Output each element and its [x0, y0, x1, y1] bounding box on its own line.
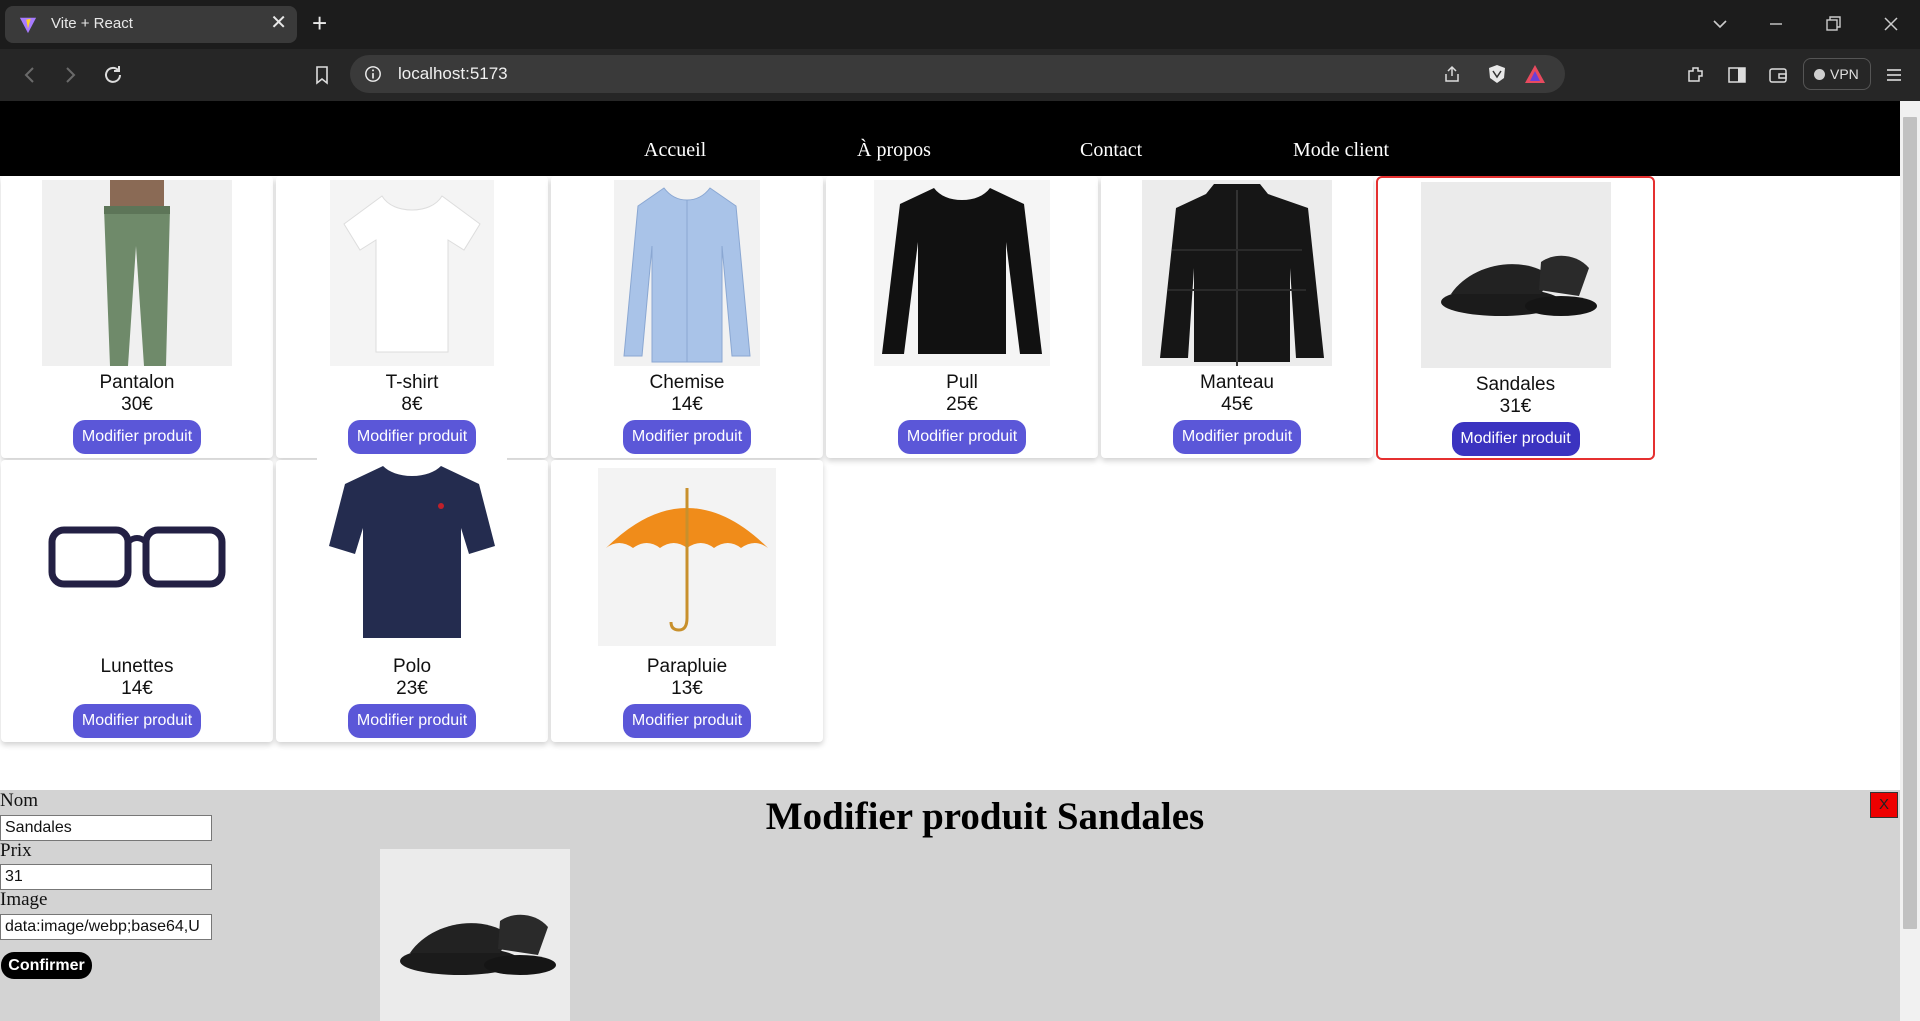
nav-link-contact[interactable]: Contact	[1080, 139, 1142, 162]
back-icon[interactable]	[18, 63, 42, 87]
product-card: Polo 23€ Modifier produit	[276, 456, 548, 742]
edit-product-button[interactable]: Modifier produit	[73, 420, 201, 454]
tab-title: Vite + React	[51, 15, 133, 32]
page-viewport: Accueil À propos Contact Mode client Pan…	[0, 101, 1900, 1021]
nav-link-mode-client[interactable]: Mode client	[1293, 139, 1389, 162]
umbrella-image	[598, 468, 776, 646]
product-card: Manteau 45€ Modifier produit	[1101, 176, 1373, 458]
product-card: Pull 25€ Modifier produit	[826, 176, 1098, 458]
url-text[interactable]: localhost:5173	[398, 64, 508, 84]
product-price: 23€	[396, 678, 428, 699]
edit-product-button[interactable]: Modifier produit	[1451, 422, 1580, 456]
vpn-label: VPN	[1830, 66, 1859, 82]
product-name: T-shirt	[385, 372, 439, 393]
scrollbar-thumb[interactable]	[1903, 117, 1917, 929]
wallet-icon[interactable]	[1766, 63, 1790, 87]
edit-product-button[interactable]: Modifier produit	[1173, 420, 1301, 454]
sandals-image	[1420, 182, 1611, 368]
tab-close-icon[interactable]: ✕	[270, 13, 287, 33]
product-price: 45€	[1221, 394, 1253, 415]
edit-product-button[interactable]: Modifier produit	[623, 420, 751, 454]
product-card: Lunettes 14€ Modifier produit	[1, 460, 273, 742]
product-card: Chemise 14€ Modifier produit	[551, 176, 823, 458]
image-input[interactable]	[0, 914, 212, 940]
edit-panel-title: Modifier produit Sandales	[765, 795, 1205, 838]
trousers-image	[42, 180, 232, 366]
site-info-icon[interactable]	[364, 65, 382, 83]
glasses-image	[42, 464, 232, 650]
brave-rewards-icon[interactable]	[1524, 64, 1546, 84]
product-card-selected: Sandales 31€ Modifier produit	[1376, 176, 1655, 460]
vpn-status-icon	[1814, 69, 1825, 80]
product-card: Parapluie 13€ Modifier produit	[551, 460, 823, 742]
tshirt-image	[330, 180, 494, 366]
image-label: Image	[0, 889, 48, 910]
product-name: Parapluie	[646, 656, 728, 677]
shirt-image	[614, 180, 760, 366]
page-scrollbar[interactable]	[1900, 101, 1920, 1021]
product-name: Chemise	[649, 372, 725, 393]
menu-icon[interactable]	[1882, 63, 1906, 87]
edit-product-panel: Nom Prix Image Confirmer Modifier produi…	[0, 790, 1900, 1021]
product-price: 30€	[121, 394, 153, 415]
nav-link-accueil[interactable]: Accueil	[644, 139, 706, 162]
product-name: Pull	[946, 372, 978, 393]
browser-tabstrip: Vite + React ✕ +	[0, 0, 1920, 49]
extensions-icon[interactable]	[1684, 63, 1708, 87]
product-price: 25€	[946, 394, 978, 415]
minimize-icon[interactable]	[1764, 12, 1788, 36]
price-label: Prix	[0, 840, 32, 861]
close-window-icon[interactable]	[1879, 12, 1903, 36]
product-price: 14€	[671, 394, 703, 415]
product-price: 14€	[121, 678, 153, 699]
brave-shield-icon[interactable]	[1486, 63, 1508, 85]
product-name: Polo	[392, 656, 432, 677]
product-name: Sandales	[1475, 374, 1556, 395]
browser-tab[interactable]: Vite + React ✕	[5, 6, 297, 43]
vpn-button[interactable]: VPN	[1803, 58, 1871, 90]
product-price: 8€	[401, 394, 423, 415]
restore-icon[interactable]	[1821, 12, 1845, 36]
edit-product-button[interactable]: Modifier produit	[348, 704, 476, 738]
share-icon[interactable]	[1442, 64, 1462, 84]
forward-icon[interactable]	[58, 63, 82, 87]
product-price: 13€	[671, 678, 703, 699]
browser-toolbar: localhost:5173 VPN	[0, 49, 1920, 101]
edit-product-button[interactable]: Modifier produit	[623, 704, 751, 738]
sandals-preview-image	[380, 849, 570, 1021]
polo-image	[317, 456, 507, 646]
coat-image	[1142, 180, 1332, 366]
product-name: Pantalon	[99, 372, 175, 393]
close-panel-button[interactable]: X	[1870, 792, 1898, 818]
tab-list-chevron-icon[interactable]	[1708, 12, 1732, 36]
confirm-button[interactable]: Confirmer	[1, 952, 92, 979]
price-input[interactable]	[0, 864, 212, 890]
sidebar-icon[interactable]	[1725, 63, 1749, 87]
sweater-image	[874, 180, 1050, 366]
vite-logo-icon	[19, 17, 37, 34]
edit-product-button[interactable]: Modifier produit	[348, 420, 476, 454]
new-tab-button[interactable]: +	[312, 10, 327, 36]
site-navbar: Accueil À propos Contact Mode client	[0, 101, 1900, 176]
bookmark-icon[interactable]	[310, 63, 334, 87]
product-price: 31€	[1499, 396, 1532, 417]
edit-product-button[interactable]: Modifier produit	[898, 420, 1026, 454]
product-name: Manteau	[1200, 372, 1274, 393]
nav-link-a-propos[interactable]: À propos	[857, 139, 931, 162]
edit-product-button[interactable]: Modifier produit	[73, 704, 201, 738]
reload-icon[interactable]	[101, 63, 125, 87]
product-card: T-shirt 8€ Modifier produit	[276, 176, 548, 458]
address-bar[interactable]: localhost:5173	[350, 55, 1565, 93]
product-name: Lunettes	[100, 656, 174, 677]
product-card: Pantalon 30€ Modifier produit	[1, 176, 273, 458]
